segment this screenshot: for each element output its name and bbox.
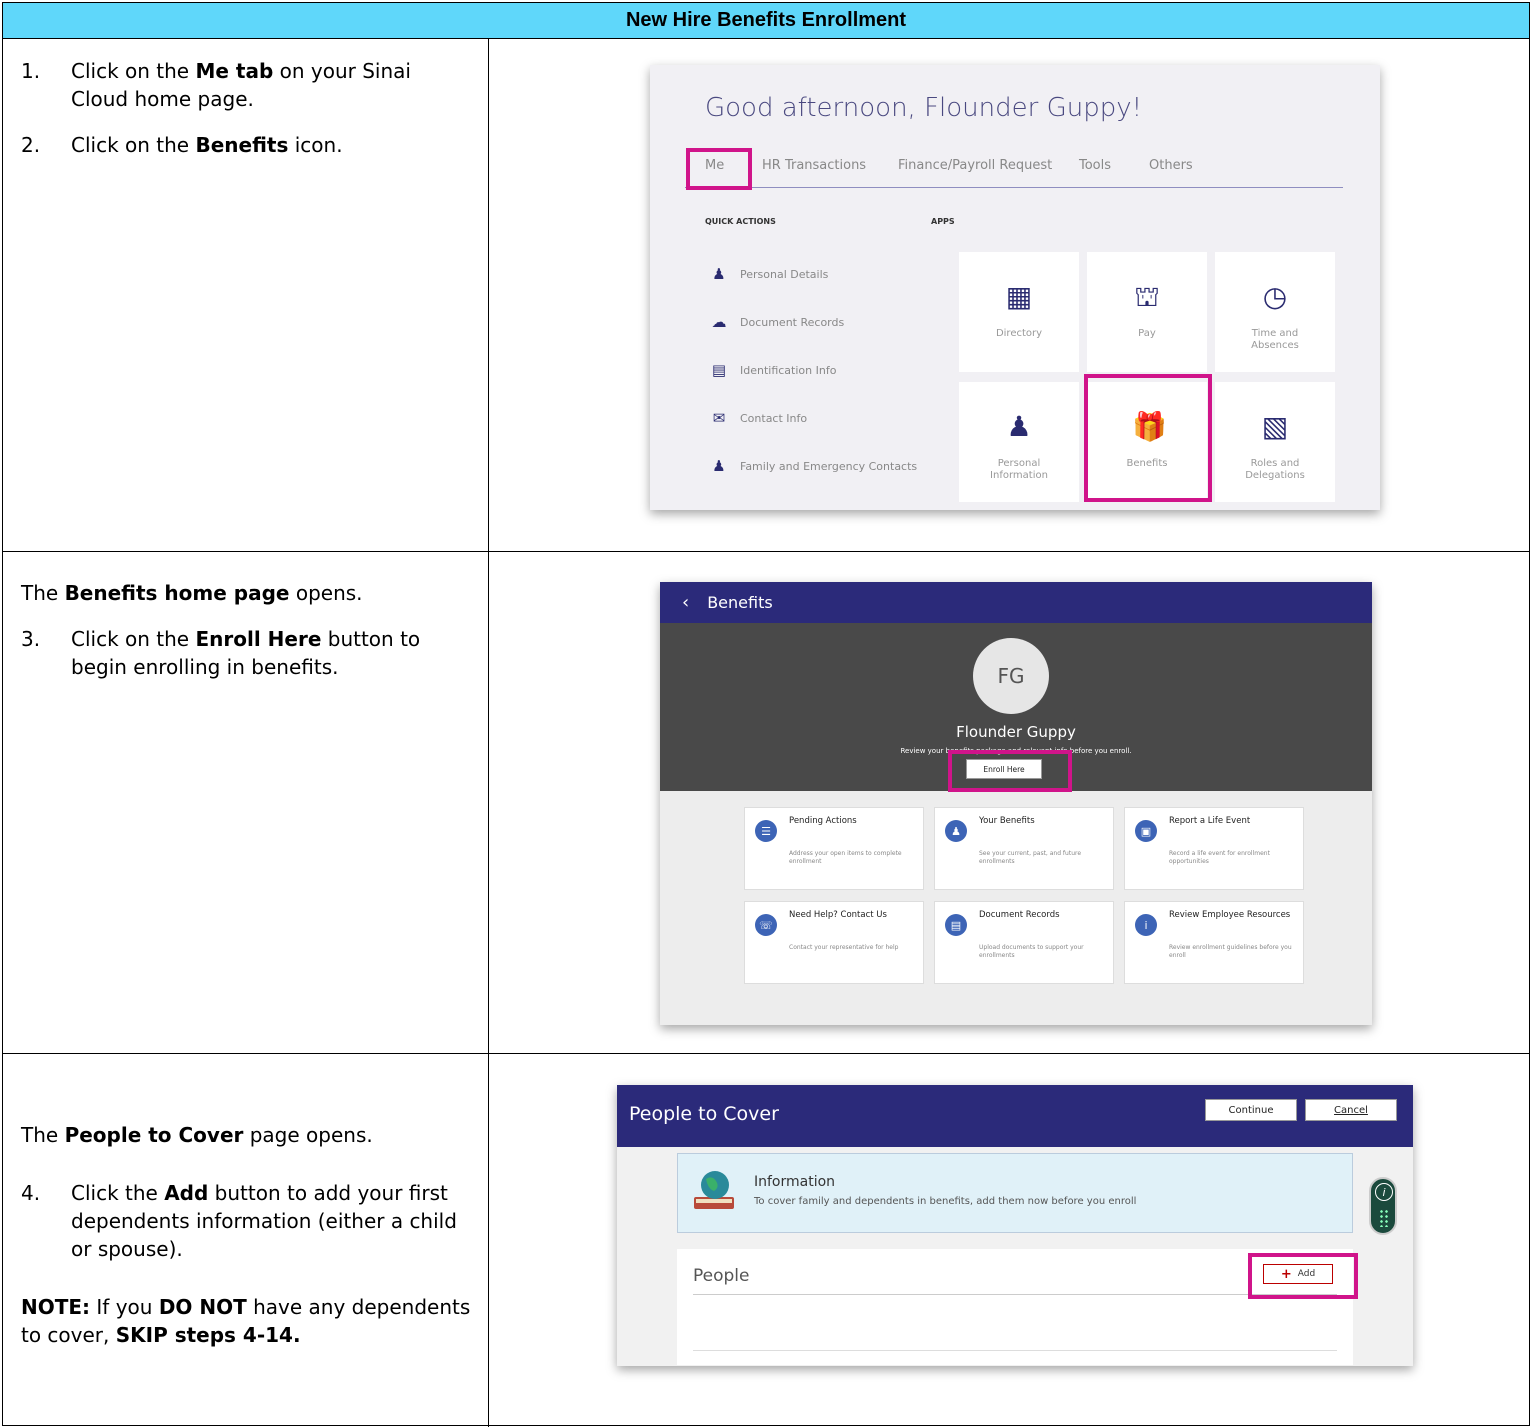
- cancel-button[interactable]: Cancel: [1305, 1099, 1397, 1121]
- id-document-icon: ▤: [711, 361, 727, 379]
- step-1: 1. Click on the Me tab on your Sinai Clo…: [21, 59, 411, 111]
- row-divider: [3, 1053, 1529, 1054]
- row2-intro: The Benefits home page opens.: [21, 581, 363, 605]
- app-directory[interactable]: ▦ Directory: [959, 252, 1079, 372]
- list-icon: ☰: [755, 820, 777, 842]
- people-title: People: [693, 1266, 750, 1286]
- row2-instructions: The Benefits home page opens. 3. Click o…: [21, 579, 471, 699]
- row-divider: [3, 551, 1529, 552]
- apps-label: APPS: [931, 217, 955, 226]
- employee-name: Flounder Guppy: [956, 723, 1076, 741]
- benefits-header: ‹ Benefits: [660, 582, 1372, 623]
- info-text: To cover family and dependents in benefi…: [754, 1196, 1137, 1207]
- benefits-home-screenshot: ‹ Benefits FG Flounder Guppy Review your…: [660, 582, 1372, 1025]
- continue-button[interactable]: Continue: [1205, 1099, 1297, 1121]
- column-divider: [488, 39, 489, 1427]
- card-need-help[interactable]: ☏ Need Help? Contact Us Contact your repre…: [744, 901, 924, 984]
- app-personal-information[interactable]: ♟ Personal Information: [959, 382, 1079, 502]
- clock-icon: ◷: [1262, 280, 1288, 313]
- org-chart-icon: ▦: [1005, 280, 1033, 313]
- card-pending-actions[interactable]: ☰ Pending Actions Address your open items …: [744, 807, 924, 890]
- info-icon: i: [1375, 1183, 1393, 1201]
- greeting: Good afternoon, Flounder Guppy!: [705, 93, 1143, 123]
- globe-book-icon: [694, 1171, 734, 1209]
- bank-icon: ⛫: [1134, 280, 1160, 313]
- person-icon: ♟: [712, 265, 726, 283]
- card-document-records[interactable]: ▤ Document Records Upload documents to sup…: [934, 901, 1114, 984]
- card-your-benefits[interactable]: ♟ Your Benefits See your current, past, an…: [934, 807, 1114, 890]
- info-title: Information: [754, 1174, 836, 1190]
- avatar: FG: [973, 638, 1049, 714]
- tab-hr-transactions[interactable]: HR Transactions: [762, 158, 866, 173]
- back-chevron-icon[interactable]: ‹: [682, 592, 689, 613]
- row1-instructions: 1. Click on the Me tab on your Sinai Clo…: [21, 57, 471, 177]
- divider: [693, 1294, 1337, 1295]
- quick-actions-label: QUICK ACTIONS: [705, 217, 776, 226]
- divider: [693, 1350, 1337, 1351]
- qa-document-records[interactable]: ☁ Document Records: [710, 313, 845, 331]
- benefits-highlight: [1084, 374, 1212, 502]
- card-report-life-event[interactable]: ▣ Report a Life Event Record a life event …: [1124, 807, 1304, 890]
- tab-finance-payroll[interactable]: Finance/Payroll Request: [898, 158, 1052, 173]
- family-icon: ♟: [712, 457, 726, 475]
- qa-personal-details[interactable]: ♟ Personal Details: [710, 265, 828, 283]
- help-widget[interactable]: i: [1369, 1177, 1397, 1235]
- step-2: 2. Click on the Benefits icon.: [21, 133, 343, 157]
- envelope-icon: ✉: [712, 409, 726, 427]
- qa-family-contacts[interactable]: ♟ Family and Emergency Contacts: [710, 457, 917, 475]
- qa-contact-info[interactable]: ✉ Contact Info: [710, 409, 807, 427]
- document-icon: ▤: [945, 914, 967, 936]
- table-header: New Hire Benefits Enrollment: [3, 3, 1529, 39]
- keypad-icon: [1379, 1209, 1389, 1227]
- qa-identification-info[interactable]: ▤ Identification Info: [710, 361, 837, 379]
- people-header: People to Cover Continue Cancel: [617, 1085, 1413, 1147]
- badge-icon: ▧: [1261, 410, 1289, 443]
- me-tab-highlight: [686, 148, 752, 190]
- calendar-icon: ▣: [1135, 820, 1157, 842]
- enroll-highlight: [948, 750, 1072, 792]
- badge-icon: ♟: [945, 820, 967, 842]
- row3-instructions: The People to Cover page opens. 4. Click…: [21, 1121, 471, 1367]
- page-title: People to Cover: [629, 1103, 779, 1125]
- app-pay[interactable]: ⛫ Pay: [1087, 252, 1207, 372]
- tab-tools[interactable]: Tools: [1079, 158, 1111, 173]
- benefits-title: Benefits: [707, 593, 773, 612]
- row3-intro: The People to Cover page opens.: [21, 1123, 373, 1147]
- headset-icon: ☏: [755, 914, 777, 936]
- people-to-cover-screenshot: People to Cover Continue Cancel Informat…: [617, 1085, 1413, 1366]
- app-time-absences[interactable]: ◷ Time and Absences: [1215, 252, 1335, 372]
- home-page-screenshot: Good afternoon, Flounder Guppy! Me HR Tr…: [650, 65, 1380, 510]
- tab-bar: Me HR Transactions Finance/Payroll Reque…: [685, 158, 1343, 188]
- person-icon: ♟: [1006, 410, 1032, 443]
- step-4: 4. Click the Add button to add your firs…: [21, 1181, 457, 1261]
- tab-others[interactable]: Others: [1149, 158, 1193, 173]
- info-icon: i: [1135, 914, 1157, 936]
- cloud-document-icon: ☁: [711, 313, 727, 331]
- app-roles-delegations[interactable]: ▧ Roles and Delegations: [1215, 382, 1335, 502]
- card-review-resources[interactable]: i Review Employee Resources Review enrollm…: [1124, 901, 1304, 984]
- note: NOTE: If you DO NOT have any dependents …: [21, 1295, 471, 1347]
- add-highlight: [1248, 1253, 1358, 1299]
- information-box: Information To cover family and dependen…: [677, 1153, 1353, 1233]
- step-3: 3. Click on the Enroll Here button to be…: [21, 627, 421, 679]
